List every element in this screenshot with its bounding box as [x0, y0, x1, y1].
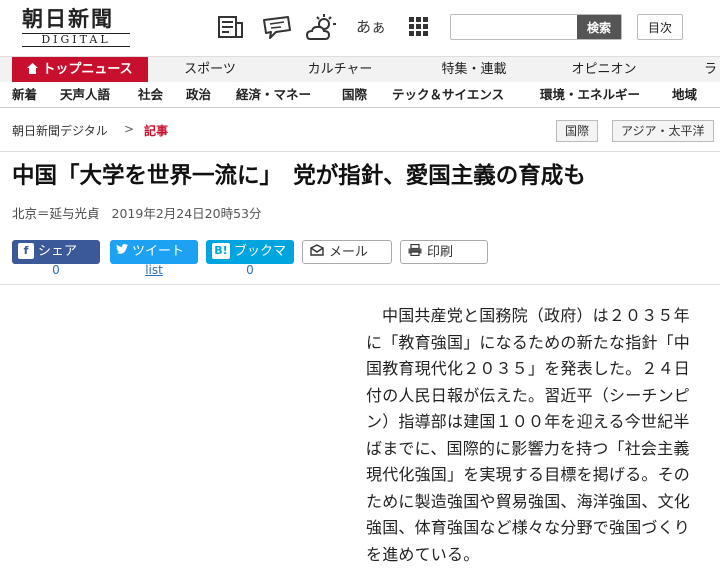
article-author: 北京＝延与光貞 — [12, 206, 100, 221]
mail-label: メール — [329, 245, 369, 260]
subnav-item-economy[interactable]: 経済・マネー — [236, 82, 311, 108]
newspaper-icon[interactable] — [216, 14, 246, 40]
twitter-share-button[interactable]: ツイート — [110, 240, 198, 264]
hatena-bookmark-count: 0 — [246, 263, 254, 277]
print-button[interactable]: 印刷 — [400, 240, 488, 264]
mail-button[interactable]: メール — [302, 240, 392, 264]
nav-item-opinion[interactable]: オピニオン — [554, 57, 654, 83]
subnav-item-society[interactable]: 社会 — [138, 82, 163, 108]
font-size-icon[interactable]: あぁ — [356, 14, 386, 40]
nav-item-features[interactable]: 特集・連載 — [424, 57, 524, 83]
print-icon — [407, 243, 423, 260]
article-date: 2019年2月24日20時53分 — [111, 206, 262, 221]
print-label: 印刷 — [427, 245, 454, 260]
article-body: 中国共産党と国務院（政府）は２０３５年に「教育強国」になるための新たな指針「中国… — [366, 306, 691, 564]
twitter-share-count[interactable]: list — [110, 263, 198, 277]
twitter-share-label: ツイート — [132, 244, 185, 259]
search-box: 検索 — [450, 14, 622, 40]
subnav-item-latest[interactable]: 新着 — [12, 82, 37, 108]
logo-text-jp: 朝日新聞 — [22, 6, 114, 31]
mail-icon — [309, 243, 325, 260]
article-title: 中国「大学を世界一流に」 党が指針、愛国主義の育成も — [12, 163, 586, 189]
tag-international[interactable]: 国際 — [556, 120, 599, 142]
hatena-bookmark-icon: B! — [212, 242, 230, 259]
asahi-digital-logo[interactable]: 朝日新聞 DIGITAL — [22, 8, 140, 48]
search-button[interactable]: 検索 — [577, 15, 621, 39]
nav-item-label: トップニュース — [42, 62, 133, 77]
article-byline: 北京＝延与光貞 2019年2月24日20時53分 — [12, 203, 262, 222]
tag-asia-pacific[interactable]: アジア・太平洋 — [612, 120, 714, 142]
main-nav: トップニュース スポーツ カルチャー 特集・連載 オピニオン ラ — [0, 56, 720, 83]
home-icon — [27, 57, 39, 82]
divider — [0, 284, 720, 285]
subnav-item-politics[interactable]: 政治 — [186, 82, 211, 108]
nav-item-more[interactable]: ラ — [704, 57, 720, 83]
breadcrumb-current: 記事 — [144, 124, 169, 138]
breadcrumb: 朝日新聞デジタル > 記事 国際 アジア・太平洋 — [0, 108, 720, 152]
index-button[interactable]: 目次 — [637, 14, 683, 40]
logo-text-en: DIGITAL — [22, 33, 130, 47]
nav-item-top-news[interactable]: トップニュース — [12, 57, 148, 83]
breadcrumb-separator: > — [124, 122, 135, 136]
twitter-icon — [116, 243, 128, 259]
sub-nav: 新着 天声人語 社会 政治 経済・マネー 国際 テック＆サイエンス 環境・エネル… — [0, 82, 720, 108]
breadcrumb-home[interactable]: 朝日新聞デジタル — [12, 122, 108, 139]
facebook-share-count: 0 — [52, 263, 60, 277]
comment-icon[interactable] — [262, 14, 292, 40]
facebook-icon: f — [18, 242, 34, 259]
subnav-item-tensei-jingo[interactable]: 天声人語 — [60, 82, 110, 108]
facebook-share-label: シェア — [38, 244, 78, 259]
menu-grid-icon[interactable] — [406, 14, 436, 40]
subnav-item-international[interactable]: 国際 — [342, 82, 367, 108]
site-header: 朝日新聞 DIGITAL あぁ 検索 目次 — [0, 0, 720, 56]
search-input[interactable] — [451, 15, 577, 39]
hatena-bookmark-button[interactable]: B! ブックマー — [206, 240, 294, 283]
subnav-item-environment[interactable]: 環境・エネルギー — [540, 82, 640, 108]
weather-icon[interactable] — [305, 14, 336, 40]
nav-item-sports[interactable]: スポーツ — [160, 57, 260, 83]
nav-item-culture[interactable]: カルチャー — [290, 57, 390, 83]
subnav-item-region[interactable]: 地域 — [672, 82, 697, 108]
facebook-share-button[interactable]: f シェア — [12, 240, 100, 264]
subnav-item-tech-science[interactable]: テック＆サイエンス — [392, 82, 504, 108]
